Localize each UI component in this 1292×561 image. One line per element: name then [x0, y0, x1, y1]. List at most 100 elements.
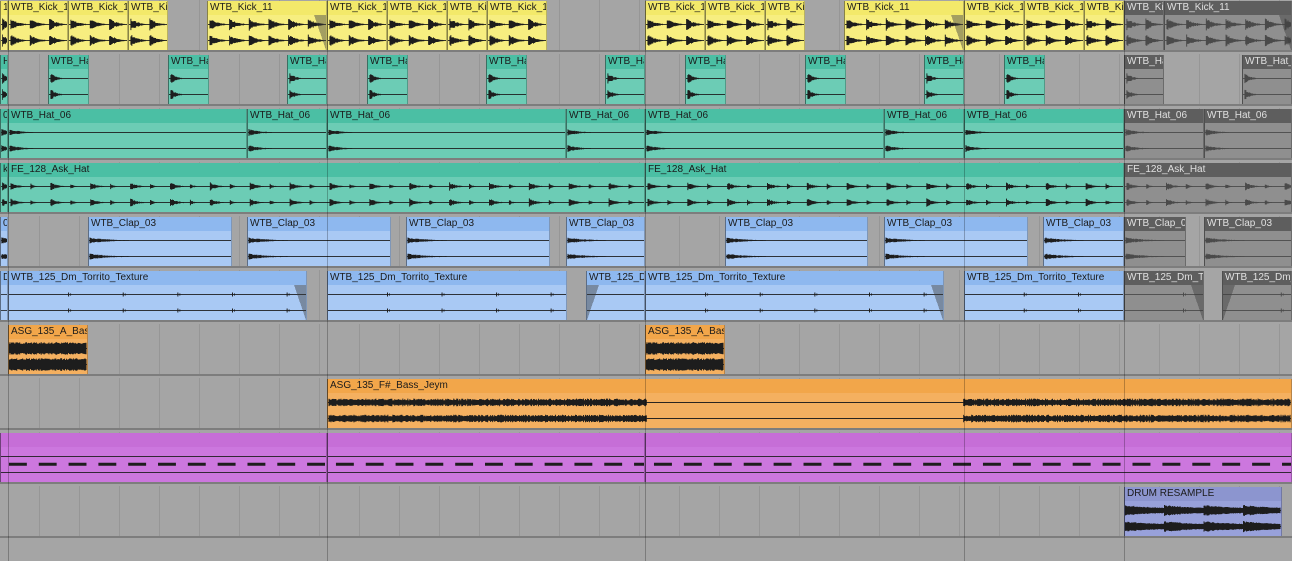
clip-bass-a[interactable]: ASG_135_A_Bass — [8, 325, 88, 374]
fade-in-handle[interactable] — [1223, 285, 1235, 320]
clip-kick[interactable]: WTB_Kick_11 — [68, 1, 128, 50]
clip-texture[interactable]: WTB_125_Dm_Torrito_Texture — [8, 271, 307, 320]
clip-hat-short[interactable]: WTB_Hat_06 — [605, 55, 645, 104]
clip-texture[interactable]: WTB_125_Dm_Torrito_Texture — [964, 271, 1124, 320]
clip-label: WTB_Hat_06 — [328, 109, 565, 123]
clip-kick[interactable]: WTB_Kick_11 — [447, 1, 487, 50]
clip-resample[interactable]: DRUM RESAMPLE — [1124, 487, 1282, 536]
clip-clap[interactable]: WTB_Clap_03 — [725, 217, 868, 266]
clip-kick[interactable]: WTB_Kick_11 — [327, 1, 387, 50]
clip-hat-long[interactable]: WTB_Hat_06 — [1204, 109, 1292, 158]
fade-out-handle[interactable] — [1191, 285, 1203, 320]
fade-out-handle[interactable] — [951, 15, 963, 50]
clip-hat-short[interactable]: WTB_Hat_06 — [1242, 55, 1292, 104]
clip-kick[interactable]: WTB_Kick_11 — [207, 1, 327, 50]
clip-ask-hat[interactable]: FE_128_Ask_Hat — [8, 163, 645, 212]
clip-label: WTB_125_Dm_Torrito_Texture — [965, 271, 1123, 285]
clip-hat-long[interactable]: 06 — [0, 109, 8, 158]
clip-kick[interactable]: WTB_Kick_11 — [387, 1, 447, 50]
clip-label: WTB_125_Dm_Torrito_Texture — [1125, 271, 1203, 285]
clip-kick[interactable]: WTB_Kick_11 — [1084, 1, 1124, 50]
clip-texture[interactable]: D — [0, 271, 8, 320]
track-lane-texture[interactable]: DWTB_125_Dm_Torrito_TextureWTB_125_Dm_To… — [0, 270, 1292, 322]
track-lane-bass-a[interactable]: ASG_135_A_Bass ASG_135_A_Bass — [0, 324, 1292, 376]
clip-bass-fsharp[interactable]: ASG_135_F#_Bass_Jeym — [327, 379, 1292, 428]
clip-kick[interactable]: WTB_Kick_11 — [1024, 1, 1084, 50]
clip-hat-long[interactable]: WTB_Hat_06 — [247, 109, 327, 158]
track-lane-bass-fsharp[interactable]: ASG_135_F#_Bass_Jeym — [0, 378, 1292, 430]
track-lane-midi[interactable] — [0, 432, 1292, 484]
clip-ask-hat[interactable]: FE_128_Ask_Hat — [645, 163, 1124, 212]
clip-midi[interactable] — [327, 433, 645, 482]
clip-label: WTB_Hat_06 — [965, 109, 1123, 123]
clip-bass-a[interactable]: ASG_135_A_Bass — [645, 325, 725, 374]
clip-waveform — [69, 15, 127, 50]
clip-midi[interactable] — [645, 433, 1292, 482]
track-lane-hat-long[interactable]: 06WTB_Hat_06WTB_Hat_06WTB_Hat_06WTB_Hat_… — [0, 108, 1292, 160]
clip-kick[interactable]: WTB_Kick_11 — [1164, 1, 1292, 50]
clip-hat-short[interactable]: WTB_Hat_06 — [1124, 55, 1164, 104]
clip-hat-short[interactable]: WTB_Hat_06 — [924, 55, 964, 104]
clip-clap[interactable]: WTB_Clap_03 — [247, 217, 391, 266]
clip-hat-short[interactable]: WTB_Hat_06 — [486, 55, 527, 104]
clip-hat-short[interactable]: WTB_Hat_06 — [168, 55, 209, 104]
clip-kick[interactable]: WTB_Kick_11 — [964, 1, 1024, 50]
fade-out-handle[interactable] — [1279, 15, 1291, 50]
arrangement-view[interactable]: 11WTB_Kick_11WTB_Kick_11WTB_Kick_11WTB_K… — [0, 0, 1292, 561]
clip-ask-hat[interactable]: FE_128_Ask_Hat — [1124, 163, 1292, 212]
clip-kick[interactable]: WTB_Kick_11 — [844, 1, 964, 50]
clip-texture[interactable]: WTB_125_Dm_Torrito_Texture — [327, 271, 567, 320]
clip-kick[interactable]: WTB_Kick_11 — [645, 1, 705, 50]
clip-label: WTB_Hat_06 — [606, 55, 644, 69]
clip-ask-hat[interactable]: k — [0, 163, 8, 212]
clip-hat-long[interactable]: WTB_Hat_06 — [566, 109, 645, 158]
clip-hat-long[interactable]: WTB_Hat_06 — [964, 109, 1124, 158]
clip-kick[interactable]: WTB_Kick_11 — [487, 1, 547, 50]
track-lane-clap[interactable]: 03WTB_Clap_03WTB_Clap_03WTB_Clap_03WTB_C… — [0, 216, 1292, 268]
clip-waveform — [706, 15, 764, 50]
clip-clap[interactable]: WTB_Clap_03 — [884, 217, 1028, 266]
clip-midi[interactable] — [0, 433, 327, 482]
fade-out-handle[interactable] — [314, 15, 326, 50]
track-lane-resample[interactable]: DRUM RESAMPLE — [0, 486, 1292, 538]
track-lane-hat-short[interactable]: H WTB_Hat_06 WTB_Hat_06 WTB_Hat_06 WTB_Hat_0… — [0, 54, 1292, 106]
clip-kick[interactable]: WTB_Kick_11 — [1124, 1, 1164, 50]
clip-hat-long[interactable]: WTB_Hat_06 — [327, 109, 566, 158]
clip-hat-long[interactable]: WTB_Hat_06 — [1124, 109, 1204, 158]
clip-texture[interactable]: WTB_125_Dm_Torrito_Texture — [586, 271, 645, 320]
clip-hat-short[interactable]: WTB_Hat_06 — [805, 55, 846, 104]
clip-kick[interactable]: WTB_Kick_11 — [705, 1, 765, 50]
clip-hat-long[interactable]: WTB_Hat_06 — [8, 109, 247, 158]
clip-clap[interactable]: WTB_Clap_03 — [1124, 217, 1186, 266]
clip-clap[interactable]: WTB_Clap_03 — [406, 217, 550, 266]
fade-out-handle[interactable] — [931, 285, 943, 320]
fade-out-handle[interactable] — [294, 285, 306, 320]
clip-label: WTB_Hat_06 — [368, 55, 407, 69]
clip-kick[interactable]: WTB_Kick_11 — [765, 1, 805, 50]
clip-kick[interactable]: 11 — [0, 1, 8, 50]
track-lane-ask-hat[interactable]: kFE_128_Ask_HatFE_128_Ask_HatFE_128_Ask_… — [0, 162, 1292, 214]
clip-clap[interactable]: 03 — [0, 217, 8, 266]
clip-kick[interactable]: WTB_Kick_11 — [8, 1, 68, 50]
clip-clap[interactable]: WTB_Clap_03 — [1043, 217, 1124, 266]
clip-waveform — [806, 69, 845, 104]
clip-label: WTB_Clap_03 — [567, 217, 644, 231]
clip-hat-short[interactable]: WTB_Hat_06 — [287, 55, 327, 104]
clip-hat-short[interactable]: H — [0, 55, 8, 104]
track-lane-kick[interactable]: 11WTB_Kick_11WTB_Kick_11WTB_Kick_11WTB_K… — [0, 0, 1292, 52]
clip-label: WTB_Hat_06 — [49, 55, 88, 69]
clip-texture[interactable]: WTB_125_Dm_Torrito_Texture — [1124, 271, 1204, 320]
clip-texture[interactable]: WTB_125_Dm_Torrito_Texture — [1222, 271, 1292, 320]
clip-hat-short[interactable]: WTB_Hat_06 — [1004, 55, 1045, 104]
clip-texture[interactable]: WTB_125_Dm_Torrito_Texture — [645, 271, 944, 320]
clip-hat-short[interactable]: WTB_Hat_06 — [367, 55, 408, 104]
clip-clap[interactable]: WTB_Clap_03 — [1204, 217, 1292, 266]
clip-hat-long[interactable]: WTB_Hat_06 — [884, 109, 964, 158]
clip-hat-short[interactable]: WTB_Hat_06 — [48, 55, 89, 104]
clip-clap[interactable]: WTB_Clap_03 — [566, 217, 645, 266]
clip-clap[interactable]: WTB_Clap_03 — [88, 217, 232, 266]
clip-hat-short[interactable]: WTB_Hat_06 — [685, 55, 726, 104]
fade-in-handle[interactable] — [587, 285, 599, 320]
clip-hat-long[interactable]: WTB_Hat_06 — [645, 109, 884, 158]
clip-kick[interactable]: WTB_Kick_11 — [128, 1, 168, 50]
